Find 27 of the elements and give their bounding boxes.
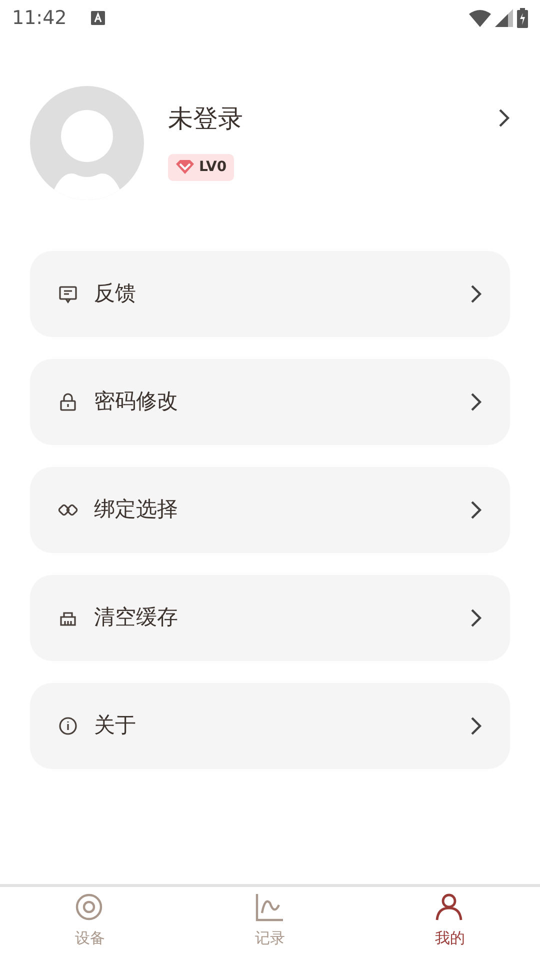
menu-item[interactable]: 密码修改: [30, 359, 510, 445]
chevron-right-icon: [470, 500, 482, 520]
battery-icon: [517, 8, 528, 28]
user-name[interactable]: 未登录: [168, 100, 243, 138]
info-icon: [58, 716, 78, 736]
person-icon: [435, 893, 465, 923]
menu-item[interactable]: 绑定选择: [30, 467, 510, 553]
nav-tab[interactable]: 我的: [360, 887, 540, 960]
chevron-right-icon: [470, 284, 482, 304]
menu-item[interactable]: 反馈: [30, 251, 510, 337]
chevron-right-icon: [470, 716, 482, 736]
message-icon: [58, 284, 78, 304]
avatar-icon: [30, 86, 144, 200]
target-icon: [75, 893, 105, 923]
keyboard-icon: [90, 11, 105, 25]
wifi-icon: [469, 9, 491, 27]
level-badge: LV0: [168, 154, 234, 180]
menu-item[interactable]: 关于: [30, 683, 510, 769]
chevron-right-icon: [470, 392, 482, 412]
line-chart-icon: [255, 893, 285, 923]
gem-icon: [175, 159, 195, 175]
status-time: 11:42: [12, 6, 67, 31]
lock-icon: [58, 392, 78, 412]
signal-icon: [495, 9, 513, 27]
chevron-right-icon[interactable]: [498, 108, 510, 128]
chevron-right-icon: [470, 608, 482, 628]
menu-item[interactable]: 清空缓存: [30, 575, 510, 661]
